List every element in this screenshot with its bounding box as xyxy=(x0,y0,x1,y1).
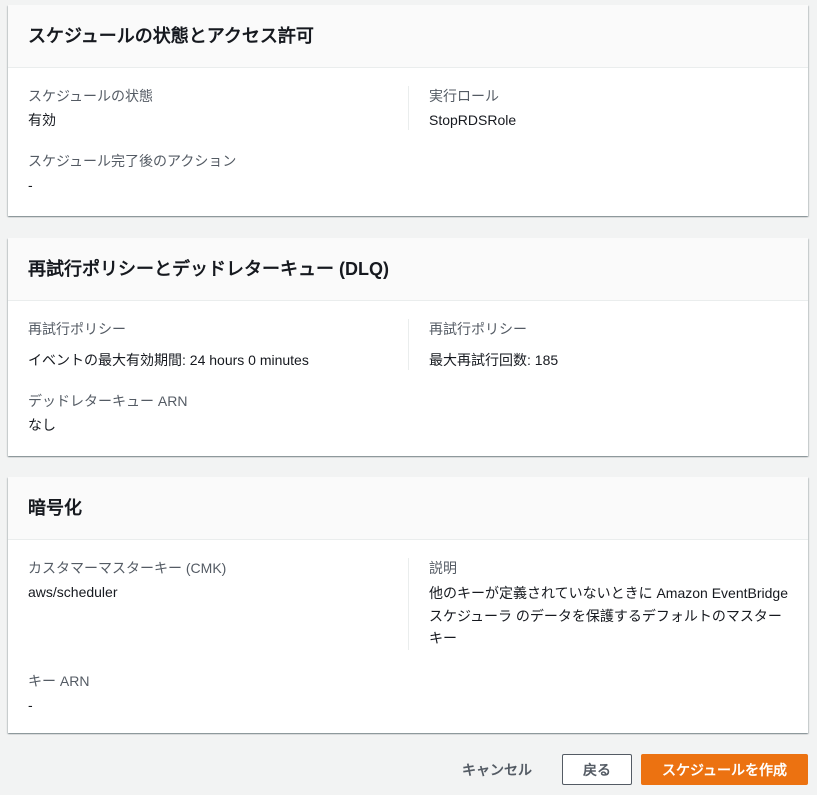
field-value: なし xyxy=(28,417,56,433)
dead-letter-queue-field: デッドレターキュー ARN なし xyxy=(28,391,408,435)
field-label: カスタマーマスターキー (CMK) xyxy=(28,560,227,576)
key-arn-field: キー ARN - xyxy=(28,671,408,715)
max-event-age-field: 再試行ポリシー イベントの最大有効期間: 24 hours 0 minutes xyxy=(28,319,408,370)
panel-title: スケジュールの状態とアクセス許可 xyxy=(28,26,314,46)
schedule-state-panel: スケジュールの状態とアクセス許可 スケジュールの状態 有効 実行ロール Stop… xyxy=(8,5,808,216)
encryption-panel: 暗号化 カスタマーマスターキー (CMK) aws/scheduler 説明 他… xyxy=(8,477,808,733)
field-label: デッドレターキュー ARN xyxy=(28,393,188,409)
field-label: 再試行ポリシー xyxy=(28,321,126,337)
field-row: スケジュールの状態 有効 実行ロール StopRDSRole xyxy=(28,86,788,130)
customer-master-key-field: カスタマーマスターキー (CMK) aws/scheduler xyxy=(28,558,408,650)
field-label: スケジュールの状態 xyxy=(28,88,154,104)
panel-body: スケジュールの状態 有効 実行ロール StopRDSRole スケジュール完了後… xyxy=(8,68,808,195)
cancel-button[interactable]: キャンセル xyxy=(441,754,553,785)
field-value: - xyxy=(28,696,33,713)
panel-header: 再試行ポリシーとデッドレターキュー (DLQ) xyxy=(8,238,808,301)
panel-header: 暗号化 xyxy=(8,477,808,540)
field-row: カスタマーマスターキー (CMK) aws/scheduler 説明 他のキーが… xyxy=(28,558,788,650)
field-value: イベントの最大有効期間: 24 hours 0 minutes xyxy=(28,352,309,368)
field-label: 説明 xyxy=(429,560,457,576)
field-label: キー ARN xyxy=(28,672,90,689)
field-row: スケジュール完了後のアクション - xyxy=(28,151,788,195)
field-row: 再試行ポリシー イベントの最大有効期間: 24 hours 0 minutes … xyxy=(28,319,788,370)
field-label: 再試行ポリシー xyxy=(429,321,527,337)
panel-title: 暗号化 xyxy=(28,498,82,518)
max-retries-field: 再試行ポリシー 最大再試行回数: 185 xyxy=(408,319,788,370)
panel-header: スケジュールの状態とアクセス許可 xyxy=(8,5,808,68)
panel-title: 再試行ポリシーとデッドレターキュー (DLQ) xyxy=(28,259,389,279)
field-value: StopRDSRole xyxy=(429,112,517,128)
field-value: 他のキーが定義されていないときに Amazon EventBridge スケジュ… xyxy=(429,585,788,646)
key-description-field: 説明 他のキーが定義されていないときに Amazon EventBridge ス… xyxy=(408,558,788,650)
field-value: 最大再試行回数: 185 xyxy=(429,352,559,368)
panel-body: 再試行ポリシー イベントの最大有効期間: 24 hours 0 minutes … xyxy=(8,301,808,435)
field-row: デッドレターキュー ARN なし xyxy=(28,391,788,435)
retry-policy-panel: 再試行ポリシーとデッドレターキュー (DLQ) 再試行ポリシー イベントの最大有… xyxy=(8,238,808,456)
create-schedule-button[interactable]: スケジュールを作成 xyxy=(640,754,808,785)
field-row: キー ARN - xyxy=(28,671,788,715)
field-label: 実行ロール xyxy=(429,88,499,104)
post-completion-action-field: スケジュール完了後のアクション - xyxy=(28,151,408,195)
panel-body: カスタマーマスターキー (CMK) aws/scheduler 説明 他のキーが… xyxy=(8,540,808,715)
field-value: 有効 xyxy=(28,112,56,128)
field-value: aws/scheduler xyxy=(28,584,118,600)
form-actions: キャンセル 戻る スケジュールを作成 xyxy=(441,754,808,785)
field-label: スケジュール完了後のアクション xyxy=(28,153,237,169)
schedule-state-field: スケジュールの状態 有効 xyxy=(28,86,408,130)
back-button[interactable]: 戻る xyxy=(561,754,632,785)
execution-role-field: 実行ロール StopRDSRole xyxy=(408,86,788,130)
field-value: - xyxy=(28,177,33,193)
